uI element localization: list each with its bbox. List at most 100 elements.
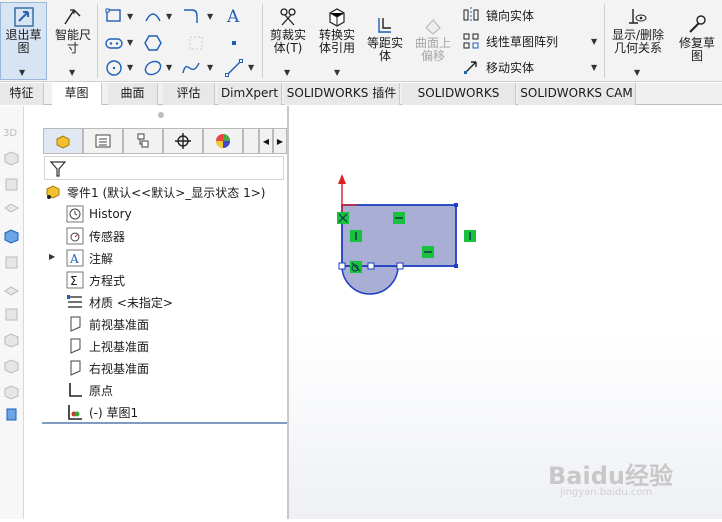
offset-on-surface-button[interactable]: 曲面上偏移 — [411, 14, 455, 63]
property-manager-tab[interactable] — [83, 128, 123, 154]
arc-icon[interactable] — [143, 6, 163, 26]
spline-dropdown-icon[interactable]: ▼ — [207, 63, 213, 72]
tree-item-top-plane[interactable]: 上视基准面 — [66, 336, 149, 356]
property-list-icon — [95, 134, 111, 148]
scroll-right-icon[interactable]: ▶ — [273, 128, 287, 154]
tab-solidworks-mbd[interactable]: SOLIDWORKS MBD — [402, 83, 516, 121]
expand-annotations-icon[interactable]: ▶ — [49, 252, 55, 261]
convert-entities-label: 转换实体引用 — [318, 28, 355, 55]
linear-pattern-dropdown-icon[interactable]: ▼ — [591, 37, 597, 46]
right-view-icon[interactable] — [3, 254, 20, 271]
tree-item-annotations[interactable]: A 注解 — [66, 248, 113, 268]
mirror-entities-button[interactable]: 镜向实体 — [462, 6, 534, 24]
text-icon[interactable]: A — [224, 5, 244, 25]
offset-entities-button[interactable]: 等距实体 — [362, 14, 408, 63]
spline-icon[interactable] — [181, 58, 201, 78]
sketch-point[interactable] — [367, 262, 375, 270]
3d-view-icon[interactable]: 3D — [3, 124, 20, 141]
linear-pattern-button[interactable]: 线性草图阵列 — [462, 32, 558, 50]
tab-solidworks-cam[interactable]: SOLIDWORKS CAM — [518, 83, 636, 105]
tab-surfaces[interactable]: 曲面 — [108, 83, 158, 105]
convert-dropdown-icon[interactable]: ▼ — [334, 68, 340, 77]
slot-icon[interactable] — [104, 33, 124, 53]
left-view-icon[interactable] — [3, 306, 20, 323]
scroll-left-icon[interactable]: ◀ — [259, 128, 273, 154]
trim-entities-button[interactable]: 剪裁实体(T) — [266, 6, 310, 55]
slot-dropdown-icon[interactable]: ▼ — [127, 38, 133, 47]
panel-overflow-tab[interactable] — [243, 128, 259, 154]
relation-coincident-icon[interactable] — [337, 212, 349, 224]
svg-text:A: A — [69, 252, 79, 266]
move-entities-button[interactable]: 移动实体 — [462, 58, 534, 76]
exit-sketch-dropdown-icon[interactable]: ▼ — [19, 68, 25, 77]
tree-item-right-plane[interactable]: 右视基准面 — [66, 358, 149, 378]
repair-sketch-button[interactable]: 修复草图 — [674, 14, 720, 63]
tree-item-equations[interactable]: Σ 方程式 — [66, 270, 125, 290]
display-relations-button[interactable]: 显示/删除几何关系 — [608, 6, 668, 55]
tree-item-front-plane[interactable]: 前视基准面 — [66, 314, 149, 334]
display-manager-tab[interactable] — [203, 128, 243, 154]
bottom-view-icon[interactable] — [3, 280, 20, 297]
offset-on-surface-label: 曲面上偏移 — [414, 36, 451, 63]
configuration-manager-tab[interactable] — [123, 128, 163, 154]
relation-vertical-icon[interactable] — [350, 230, 362, 242]
tree-root-part[interactable]: 零件1 (默认<<默认>_显示状态 1>) — [44, 182, 265, 202]
fillet-icon[interactable] — [181, 6, 201, 26]
normal-to-view-icon[interactable] — [3, 228, 20, 245]
relation-vertical-icon[interactable] — [464, 230, 476, 242]
sketch-point[interactable] — [396, 262, 404, 270]
mirror-entities-label: 镜向实体 — [486, 8, 535, 23]
history-icon — [66, 205, 84, 223]
tree-filter-box[interactable] — [44, 156, 284, 180]
arc-dropdown-icon[interactable]: ▼ — [166, 12, 172, 21]
tree-item-label: 材质 <未指定> — [89, 295, 173, 310]
centerline-dropdown-icon[interactable]: ▼ — [248, 63, 254, 72]
convert-entities-button[interactable]: 转换实体引用 — [314, 6, 360, 55]
single-view-icon[interactable] — [3, 406, 20, 423]
fillet-dropdown-icon[interactable]: ▼ — [207, 12, 213, 21]
relation-horizontal-icon[interactable] — [422, 246, 434, 258]
move-dropdown-icon[interactable]: ▼ — [591, 63, 597, 72]
tab-features[interactable]: 特征 — [0, 83, 44, 105]
tab-solidworks-addins[interactable]: SOLIDWORKS 插件 — [284, 83, 400, 105]
smart-dimension-button[interactable]: 智能尺寸 — [50, 6, 96, 55]
dimetric-view-icon[interactable] — [3, 358, 20, 375]
line-icon[interactable] — [104, 6, 124, 26]
sketch-point[interactable] — [338, 262, 346, 270]
relation-tangent-icon[interactable] — [350, 261, 362, 273]
ellipse-dropdown-icon[interactable]: ▼ — [166, 63, 172, 72]
panel-grip-icon[interactable] — [158, 112, 164, 118]
tree-item-history[interactable]: History — [66, 204, 132, 224]
circle-dropdown-icon[interactable]: ▼ — [127, 63, 133, 72]
front-view-icon[interactable] — [3, 176, 20, 193]
line-dropdown-icon[interactable]: ▼ — [127, 12, 133, 21]
ellipse-icon[interactable] — [143, 58, 163, 78]
sketch-point[interactable] — [454, 264, 458, 268]
top-view-icon[interactable] — [3, 202, 20, 219]
tab-sketch[interactable]: 草图 — [52, 83, 102, 105]
trim-dropdown-icon[interactable]: ▼ — [284, 68, 290, 77]
back-view-icon[interactable] — [3, 332, 20, 349]
tab-dimxpert[interactable]: DimXpert — [218, 83, 282, 105]
linear-pattern-label: 线性草图阵列 — [486, 34, 559, 49]
smart-dimension-dropdown-icon[interactable]: ▼ — [69, 68, 75, 77]
sketch-point[interactable] — [454, 203, 458, 207]
tree-item-sensors[interactable]: 传感器 — [66, 226, 125, 246]
isometric-view-icon[interactable] — [3, 150, 20, 167]
trimetric-view-icon[interactable] — [3, 384, 20, 401]
tab-evaluate[interactable]: 评估 — [163, 83, 215, 105]
move-entities-label: 移动实体 — [486, 60, 535, 75]
smart-dimension-icon — [64, 9, 81, 25]
relation-horizontal-icon[interactable] — [393, 212, 405, 224]
dimxpert-manager-tab[interactable] — [163, 128, 203, 154]
point-icon[interactable] — [224, 33, 244, 53]
display-relations-dropdown-icon[interactable]: ▼ — [634, 68, 640, 77]
polygon-icon[interactable] — [143, 33, 163, 53]
circle-icon[interactable] — [104, 58, 124, 78]
tree-item-material[interactable]: 材质 <未指定> — [66, 292, 173, 312]
feature-manager-tab[interactable] — [43, 128, 83, 154]
tree-item-sketch1[interactable]: (-) 草图1 — [66, 402, 138, 422]
tree-item-origin[interactable]: 原点 — [66, 380, 113, 400]
centerline-icon[interactable] — [224, 58, 244, 78]
construction-geometry-icon[interactable] — [186, 33, 206, 53]
